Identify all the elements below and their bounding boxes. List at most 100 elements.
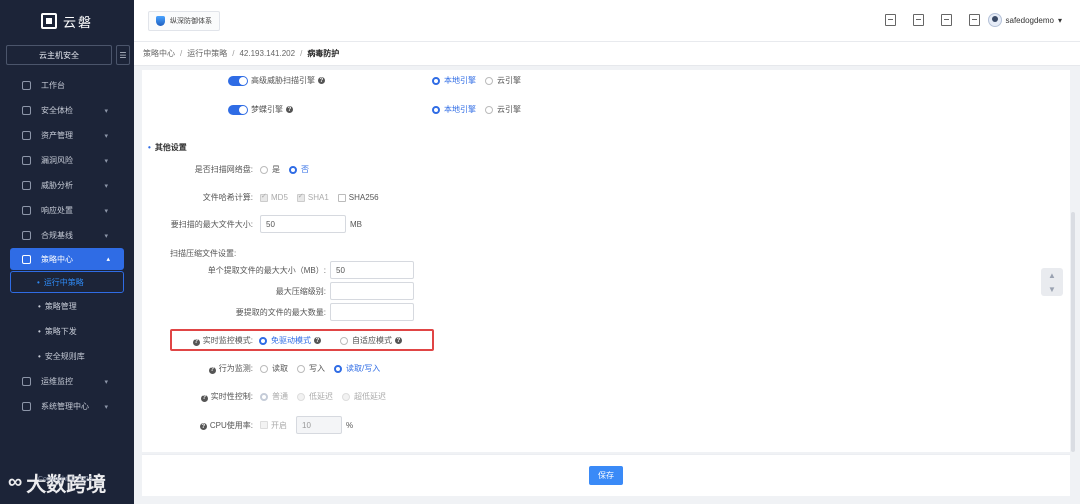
hash-row: 文件哈希计算: MD5 SHA1 SHA256 [142, 192, 388, 203]
document-icon[interactable] [941, 14, 952, 26]
sidebar-sub-policy-deploy[interactable]: 策略下发 [0, 319, 134, 344]
sidebar: 云磐 云主机安全 ☰ 工作台 安全体检 ▾ 资产管理 ▾ 漏洞风险 ▾ 威胁分析 ▾ 响… [0, 0, 134, 504]
sidebar-item-policy-center[interactable]: 策略中心 ▴ [10, 248, 124, 270]
host-security-selector[interactable]: 云主机安全 [6, 45, 112, 65]
sidebar-item-system-center[interactable]: 系统管理中心 ▾ [0, 394, 134, 419]
help-icon[interactable]: ? [286, 106, 293, 113]
avatar [987, 13, 1002, 27]
radio-cloud-engine[interactable]: 云引擎 [485, 104, 521, 115]
radio-read[interactable]: 读取 [260, 363, 288, 374]
help-icon[interactable]: ? [395, 337, 402, 344]
sidebar-sub-rule-library[interactable]: 安全规则库 [0, 344, 134, 369]
response-icon [22, 206, 31, 215]
breadcrumb-item[interactable]: 42.193.141.202 [239, 49, 295, 58]
scan-network-row: 是否扫描网络盘: 是 否 [194, 164, 309, 175]
radio-write[interactable]: 写入 [297, 363, 325, 374]
chevron-down-icon: ▾ [104, 107, 108, 115]
vertical-scrollbar[interactable] [1071, 212, 1075, 452]
checkbox-sha256[interactable]: SHA256 [337, 193, 379, 202]
behavior-monitor-row: ? 行为监测: 读取 写入 读取/写入 [208, 363, 381, 374]
bug-icon [22, 156, 31, 165]
max-extract-size-row: 单个提取文件的最大大小（MB）: 50 [142, 261, 414, 279]
cpu-usage-input[interactable]: 10 [296, 416, 342, 434]
grid-icon[interactable] [913, 14, 924, 26]
radio-normal[interactable]: 普通 [260, 391, 288, 402]
breadcrumb-item[interactable]: 运行中策略 [187, 48, 227, 59]
radio-driverless-mode[interactable]: 免驱动模式? [259, 335, 321, 346]
app-logo[interactable]: 云磐 [0, 0, 134, 42]
dashboard-icon [22, 81, 31, 90]
logo-icon [40, 13, 57, 29]
checkbox-sha1[interactable]: SHA1 [296, 192, 329, 202]
help-icon[interactable]: ? [192, 338, 200, 346]
policy-icon [22, 254, 31, 264]
sidebar-sub-running-policy[interactable]: 运行中策略 [10, 271, 124, 293]
download-icon[interactable] [969, 14, 980, 26]
max-file-size-row: 要扫描的最大文件大小: 50 MB [142, 215, 362, 233]
checkbox-md5[interactable]: MD5 [260, 192, 288, 202]
radio-no[interactable]: 否 [289, 164, 309, 175]
top-header: 纵深防御体系 safedogdemo ▾ [134, 0, 1080, 42]
sidebar-item-threat[interactable]: 威胁分析 ▾ [0, 173, 134, 198]
radio-local-engine[interactable]: 本地引擎 [432, 104, 476, 115]
collapse-sidebar-icon[interactable]: ☰ [116, 45, 130, 65]
system-icon [22, 402, 31, 411]
chevron-down-icon[interactable]: ▼ [1048, 285, 1056, 294]
advanced-engine-toggle[interactable] [228, 75, 248, 86]
defense-system-tab[interactable]: 纵深防御体系 [148, 11, 220, 31]
threat-icon [22, 181, 31, 190]
help-icon[interactable]: ? [200, 394, 208, 402]
sidebar-item-baseline[interactable]: 合规基线 ▾ [0, 223, 134, 248]
chevron-up-icon[interactable]: ▲ [1048, 271, 1056, 280]
sidebar-item-ops-monitor[interactable]: 运维监控 ▾ [0, 369, 134, 394]
username: safedogdemo [1005, 15, 1054, 25]
breadcrumb-item[interactable]: 策略中心 [143, 48, 175, 59]
sidebar-item-assets[interactable]: 资产管理 ▾ [0, 123, 134, 148]
checkbox-cpu-enable[interactable]: 开启 [260, 420, 287, 431]
max-extract-count-input[interactable] [330, 303, 414, 321]
radio-read-write[interactable]: 读取/写入 [334, 363, 380, 374]
sidebar-item-vulnerability[interactable]: 漏洞风险 ▾ [0, 148, 134, 173]
sidebar-menu: 工作台 安全体检 ▾ 资产管理 ▾ 漏洞风险 ▾ 威胁分析 ▾ 响应处置 ▾ 合规基线 ▾ … [0, 73, 134, 419]
monitor-icon [22, 377, 31, 386]
save-button[interactable]: 保存 [589, 466, 623, 485]
engine-row-advanced: 高级威胁扫描引擎? [228, 75, 325, 86]
header-toolbar [885, 14, 980, 26]
chevron-down-icon: ▾ [104, 182, 108, 190]
max-extract-size-input[interactable]: 50 [330, 261, 414, 279]
help-icon[interactable]: ? [314, 337, 321, 344]
help-icon[interactable]: ? [208, 366, 216, 374]
sidebar-item-dashboard[interactable]: 工作台 [0, 73, 134, 98]
sidebar-sub-policy-manage[interactable]: 策略管理 [0, 294, 134, 319]
help-icon[interactable]: ? [199, 423, 207, 430]
section-title-other: 其他设置 [148, 142, 187, 153]
radio-adaptive-mode[interactable]: 自适应模式? [340, 335, 402, 346]
radio-yes[interactable]: 是 [260, 164, 280, 175]
radio-low-latency[interactable]: 低延迟 [297, 391, 333, 402]
radio-ultra-low-latency[interactable]: 超低延迟 [342, 391, 386, 402]
footer-bar: 保存 [142, 454, 1070, 496]
sidebar-item-checkup[interactable]: 安全体检 ▾ [0, 98, 134, 123]
asset-icon [22, 131, 31, 140]
radio-local-engine[interactable]: 本地引擎 [432, 75, 476, 86]
sidebar-item-response[interactable]: 响应处置 ▾ [0, 198, 134, 223]
max-compress-level-input[interactable] [330, 282, 414, 300]
radio-cloud-engine[interactable]: 云引擎 [485, 75, 521, 86]
mengdie-engine-toggle[interactable] [228, 104, 248, 115]
chevron-down-icon: ▾ [1057, 15, 1062, 25]
layout-icon[interactable] [885, 14, 896, 26]
chevron-up-icon: ▴ [106, 256, 110, 263]
help-icon[interactable]: ? [318, 77, 325, 84]
engine-mode-advanced: 本地引擎 云引擎 [432, 75, 530, 86]
cpu-usage-row: ? CPU使用率: 开启 10 % [142, 416, 353, 434]
breadcrumb-current: 病毒防护 [307, 49, 340, 58]
engine-mode-mengdie: 本地引擎 云引擎 [432, 104, 530, 115]
user-menu[interactable]: safedogdemo ▾ [987, 13, 1062, 27]
chevron-down-icon: ▾ [104, 378, 108, 386]
watermark: ∞ 大数跨境 Copyright © 2023 [8, 471, 107, 496]
max-file-size-input[interactable]: 50 [260, 215, 346, 233]
logo-text: 云磐 [62, 14, 93, 30]
chevron-down-icon: ▾ [104, 207, 108, 215]
checkup-icon [22, 106, 31, 115]
scroll-top-bottom-control[interactable]: ▲ ▼ [1041, 268, 1063, 296]
